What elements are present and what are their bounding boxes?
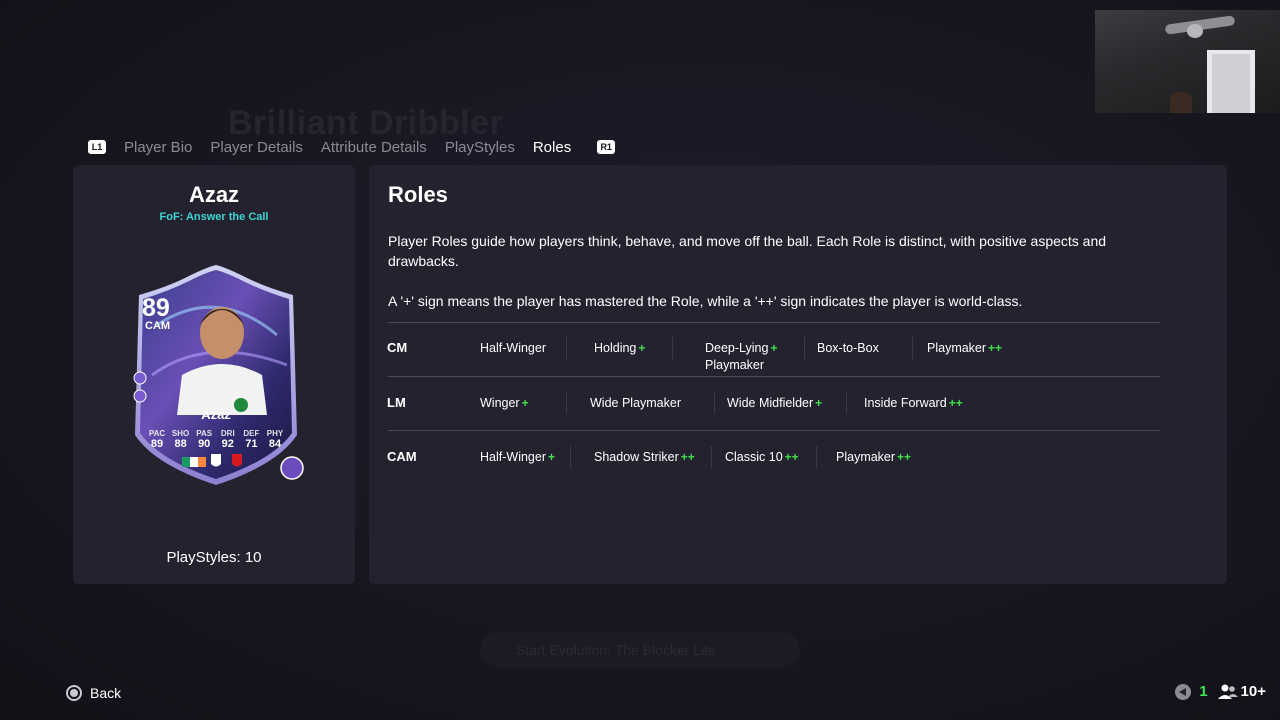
position-label-cam: CAM [387, 449, 417, 464]
role-separator [912, 337, 913, 359]
role-separator [804, 337, 805, 359]
tab-attribute-details[interactable]: Attribute Details [321, 139, 427, 156]
role-item[interactable]: Wide Playmaker [590, 395, 683, 412]
stat-def: DEF 71 [243, 429, 260, 450]
card-stats: PAC 89 SHO 88 PAS 90 DRI 92 DEF 71 PHY 84 [146, 429, 286, 450]
role-item[interactable]: Deep-Lying + Playmaker [705, 340, 777, 374]
tab-roles[interactable]: Roles [533, 139, 571, 156]
player-card-version: FoF: Answer the Call [159, 211, 269, 223]
role-item[interactable]: Holding + [594, 340, 645, 357]
role-item[interactable]: Box-to-Box [817, 340, 881, 357]
role-separator [816, 446, 817, 468]
friends-count: 10+ [1240, 683, 1266, 700]
role-separator [566, 337, 567, 359]
role-separator [711, 446, 712, 468]
role-item[interactable]: Wide Midfielder + [727, 395, 822, 412]
card-player-name: Azaz [201, 407, 231, 422]
role-separator [566, 392, 567, 414]
back-label: Back [90, 685, 122, 701]
background-ghost-hint: Start Evolution: The Blocker Lite [480, 632, 800, 668]
stat-sho: SHO 88 [171, 429, 190, 450]
tab-player-details[interactable]: Player Details [210, 139, 303, 156]
tab-playstyles[interactable]: PlayStyles [445, 139, 515, 156]
ceiling-fan-hub [1187, 24, 1203, 38]
l1-button-icon[interactable]: L1 [88, 140, 106, 154]
position-label-lm: LM [387, 395, 406, 410]
role-item[interactable]: Playmaker ++ [927, 340, 1002, 357]
roles-description: Player Roles guide how players think, be… [388, 233, 1107, 269]
voice-chat-icon[interactable] [1175, 683, 1192, 700]
role-separator [570, 446, 571, 468]
role-item[interactable]: Classic 10 ++ [725, 449, 799, 466]
role-item[interactable]: Playmaker ++ [836, 449, 911, 466]
friends-icon[interactable] [1217, 684, 1238, 700]
role-item[interactable]: Half-Winger [480, 340, 548, 357]
status-bar: 1 10+ [1175, 683, 1266, 700]
roles-panel [369, 165, 1227, 584]
webcam-overlay [1095, 10, 1280, 113]
back-button[interactable]: Back [66, 685, 121, 701]
player-name: Azaz [188, 182, 240, 207]
streamer [1170, 92, 1192, 113]
stat-pac: PAC 89 [148, 429, 166, 450]
role-item[interactable]: Inside Forward ++ [864, 395, 963, 412]
circle-button-icon [66, 685, 82, 701]
detail-tabs: L1 Player Bio Player Details Attribute D… [88, 136, 616, 158]
stat-pas: PAS 90 [196, 429, 213, 450]
role-item[interactable]: Half-Winger + [480, 449, 555, 466]
playstyles-count: PlayStyles: 10 [166, 549, 262, 566]
stat-phy: PHY 84 [266, 429, 284, 450]
evolution-icon [280, 456, 304, 480]
role-separator [714, 392, 715, 414]
stat-dri: DRI 92 [220, 429, 235, 450]
role-separator [672, 337, 673, 359]
door [1212, 54, 1250, 113]
role-item[interactable]: Shadow Striker ++ [594, 449, 695, 466]
divider [388, 430, 1160, 431]
r1-button-icon[interactable]: R1 [597, 140, 616, 154]
divider [388, 322, 1160, 323]
tab-player-bio[interactable]: Player Bio [124, 139, 192, 156]
card-rating: 89 [142, 294, 170, 322]
roles-title: Roles [388, 182, 448, 207]
role-separator [846, 392, 847, 414]
notification-count: 1 [1199, 683, 1208, 700]
card-position: CAM [145, 320, 171, 332]
divider [388, 376, 1160, 377]
roles-legend-text: A '+' sign means the player has mastered… [388, 293, 1023, 309]
role-item[interactable]: Winger + [480, 395, 529, 412]
position-label-cm: CM [387, 340, 408, 355]
